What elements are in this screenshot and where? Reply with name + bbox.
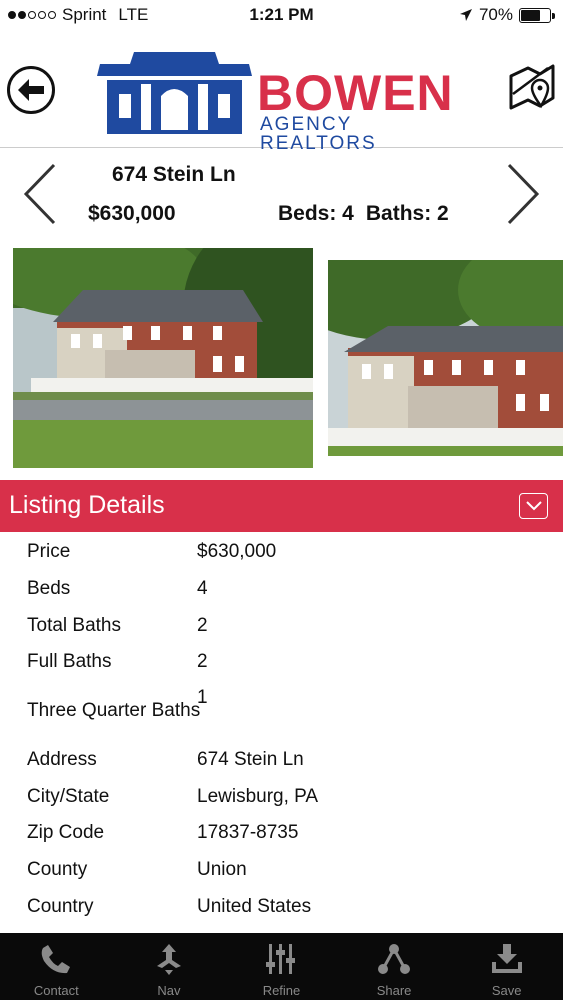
location-arrow-icon bbox=[459, 9, 472, 21]
nav-contact-button[interactable]: Contact bbox=[0, 933, 113, 1000]
detail-label: Full Baths bbox=[27, 651, 112, 672]
previous-listing-icon[interactable] bbox=[20, 162, 60, 226]
nav-refine-button[interactable]: Refine bbox=[225, 933, 338, 1000]
detail-row: Country United States bbox=[0, 896, 563, 926]
phone-icon bbox=[42, 945, 71, 974]
status-bar: Sprint LTE 1:21 PM 70% bbox=[0, 0, 563, 30]
detail-row: Price $630,000 bbox=[0, 541, 563, 571]
logo-subtitle: AGENCY REALTORS bbox=[260, 114, 377, 154]
detail-value: 674 Stein Ln bbox=[197, 749, 304, 770]
detail-value: $630,000 bbox=[197, 541, 277, 562]
listing-address: 674 Stein Ln bbox=[112, 163, 236, 186]
nav-label: Share bbox=[376, 983, 412, 998]
battery-icon bbox=[519, 7, 555, 23]
next-listing-icon[interactable] bbox=[503, 162, 543, 226]
nav-share-button[interactable]: Share bbox=[338, 933, 451, 1000]
detail-row: Address 674 Stein Ln bbox=[0, 749, 563, 779]
detail-label: Three Quarter Baths bbox=[27, 700, 201, 721]
detail-label: City/State bbox=[27, 786, 110, 807]
detail-row: Total Baths 2 bbox=[0, 615, 563, 645]
battery-percent: 70% bbox=[478, 5, 513, 24]
detail-value: 4 bbox=[197, 578, 208, 599]
collapse-toggle-button[interactable] bbox=[519, 493, 548, 519]
detail-label: Address bbox=[27, 749, 97, 770]
back-arrow-icon bbox=[18, 79, 44, 101]
logo-name: BOWEN bbox=[257, 65, 454, 121]
section-title: Listing Details bbox=[9, 491, 165, 519]
sliders-icon bbox=[266, 944, 296, 974]
detail-value: Lewisburg, PA bbox=[197, 786, 319, 807]
detail-value: 2 bbox=[197, 651, 208, 672]
detail-value: 2 bbox=[197, 615, 208, 636]
bottom-nav: Contact Nav Refine Share Save bbox=[0, 933, 563, 1000]
nav-save-button[interactable]: Save bbox=[450, 933, 563, 1000]
listing-beds-baths: Beds: 4 Baths: 2 bbox=[278, 202, 449, 226]
nav-label: Nav bbox=[157, 983, 181, 998]
nav-nav-button[interactable]: Nav bbox=[113, 933, 226, 1000]
listing-details-header[interactable]: Listing Details bbox=[0, 480, 563, 532]
detail-row: Full Baths 2 bbox=[0, 651, 563, 681]
detail-label: Country bbox=[27, 896, 94, 917]
back-button[interactable] bbox=[7, 66, 55, 114]
detail-row: City/State Lewisburg, PA bbox=[0, 786, 563, 816]
detail-row: Three Quarter Baths 1 bbox=[0, 687, 563, 727]
download-icon bbox=[491, 944, 522, 973]
detail-label: County bbox=[27, 859, 88, 880]
detail-label: Price bbox=[27, 541, 71, 562]
arrows-icon bbox=[156, 944, 181, 975]
listing-summary: 674 Stein Ln $630,000 Beds: 4 Baths: 2 bbox=[0, 150, 563, 240]
share-icon bbox=[378, 944, 411, 974]
map-pin-icon bbox=[509, 64, 555, 110]
detail-label: Total Baths bbox=[27, 615, 121, 636]
bowen-logo: BOWEN AGENCY REALTORS bbox=[97, 48, 472, 153]
nav-label: Contact bbox=[33, 983, 79, 998]
detail-value: Union bbox=[197, 859, 247, 880]
app-header: BOWEN AGENCY REALTORS bbox=[0, 30, 563, 153]
detail-row: Zip Code 17837-8735 bbox=[0, 822, 563, 852]
detail-label: Zip Code bbox=[27, 822, 105, 843]
listing-photo[interactable] bbox=[328, 260, 563, 456]
map-button[interactable] bbox=[508, 62, 556, 110]
listing-photo[interactable] bbox=[13, 248, 313, 468]
detail-value: 1 bbox=[197, 687, 208, 708]
detail-row: County Union bbox=[0, 859, 563, 889]
listing-price: $630,000 bbox=[88, 202, 176, 225]
chevron-down-icon bbox=[525, 501, 542, 511]
detail-label: Beds bbox=[27, 578, 71, 599]
detail-value: 17837-8735 bbox=[197, 822, 299, 843]
listing-baths: Baths: 2 bbox=[365, 202, 449, 225]
house-logo-icon bbox=[97, 52, 252, 134]
nav-label: Save bbox=[491, 983, 522, 998]
detail-value: United States bbox=[197, 896, 312, 917]
nav-label: Refine bbox=[262, 983, 301, 998]
listing-beds: Beds: 4 bbox=[278, 202, 354, 225]
detail-row: Beds 4 bbox=[0, 578, 563, 608]
